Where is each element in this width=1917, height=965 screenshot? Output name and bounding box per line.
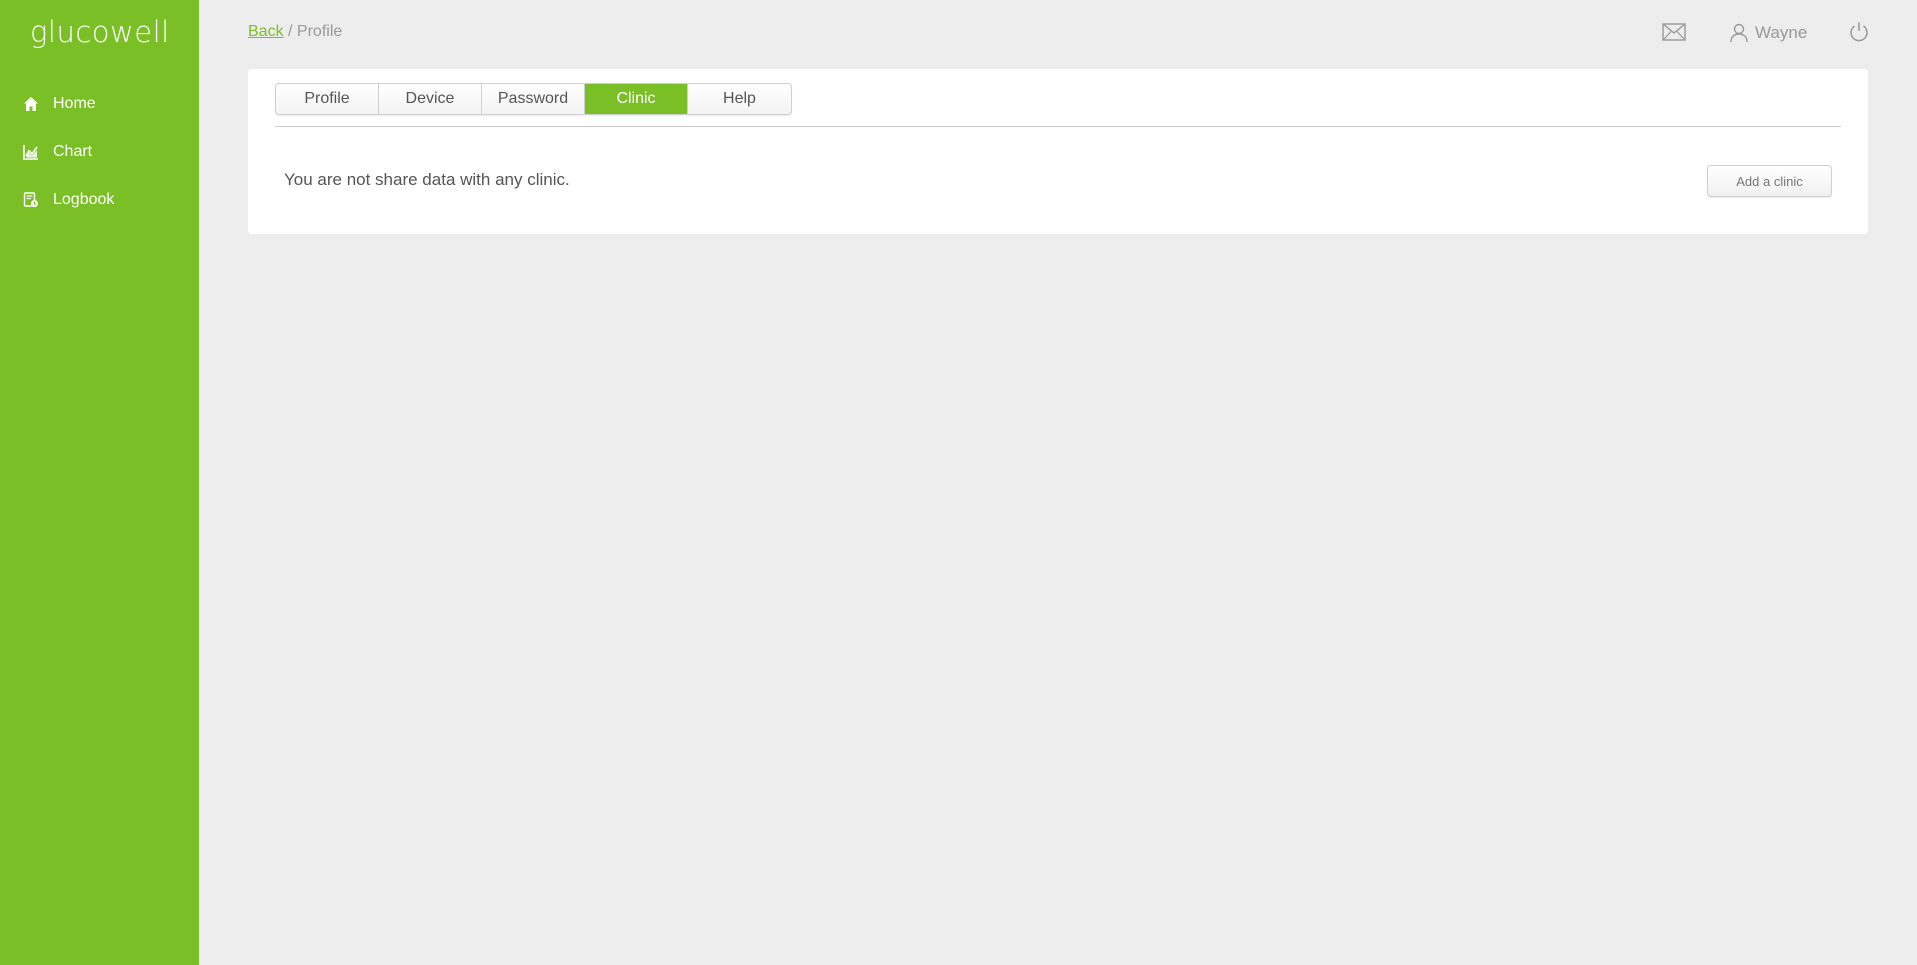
tab-clinic[interactable]: Clinic — [585, 84, 688, 114]
sidebar-item-logbook[interactable]: Logbook — [0, 176, 199, 224]
logo-text: glucowell — [30, 15, 170, 49]
empty-clinic-message: You are not share data with any clinic. — [284, 170, 570, 189]
profile-tabs: Profile Device Password Clinic Help — [275, 83, 792, 115]
logo[interactable]: glucowell — [30, 12, 169, 52]
breadcrumb: Back / Profile — [248, 23, 342, 41]
sidebar-item-chart[interactable]: Chart — [0, 128, 199, 176]
back-link[interactable]: Back — [248, 23, 284, 40]
sidebar-item-label: Logbook — [53, 191, 115, 208]
logbook-icon — [22, 191, 40, 209]
add-clinic-button[interactable]: Add a clinic — [1707, 165, 1832, 197]
user-name: Wayne — [1755, 23, 1808, 42]
breadcrumb-current: Profile — [296, 23, 343, 40]
user-menu[interactable]: Wayne — [1730, 22, 1807, 44]
mail-icon — [1662, 23, 1686, 41]
sidebar-item-label: Home — [53, 95, 96, 112]
chart-icon — [22, 143, 40, 161]
sidebar: glucowell Home Chart Logbook — [0, 0, 199, 965]
tab-help[interactable]: Help — [688, 84, 791, 114]
logout-button[interactable] — [1848, 21, 1870, 43]
home-icon — [22, 95, 40, 113]
tab-password[interactable]: Password — [482, 84, 585, 114]
sidebar-item-label: Chart — [53, 143, 93, 160]
tabs-divider — [275, 126, 1841, 127]
tab-profile[interactable]: Profile — [276, 84, 379, 114]
breadcrumb-separator: / — [283, 23, 297, 40]
sidebar-nav: Home Chart Logbook — [0, 80, 199, 224]
clinic-card: Profile Device Password Clinic Help You … — [248, 69, 1868, 234]
tab-device[interactable]: Device — [379, 84, 482, 114]
user-icon — [1730, 23, 1748, 43]
sidebar-item-home[interactable]: Home — [0, 80, 199, 128]
mail-button[interactable] — [1662, 22, 1686, 42]
power-icon — [1850, 22, 1868, 42]
app-root: glucowell Home Chart Logbook Back / Prof… — [0, 0, 1917, 965]
